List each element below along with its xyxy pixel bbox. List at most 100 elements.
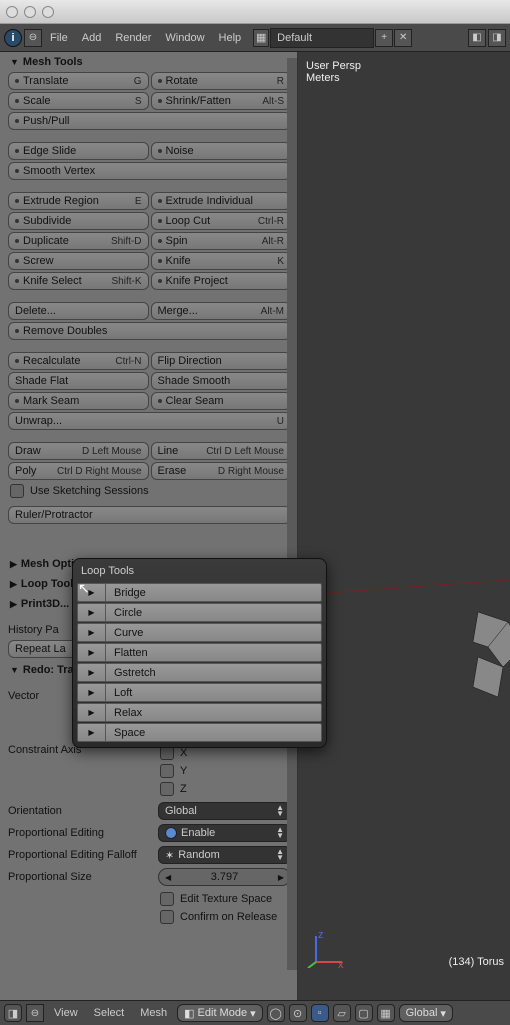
menu-window[interactable]: Window (159, 28, 210, 48)
zoom-icon[interactable] (42, 6, 54, 18)
sel-edge-icon[interactable]: ▱ (333, 1004, 351, 1022)
flip-direction-button[interactable]: Flip Direction (151, 352, 292, 370)
pivot-icon[interactable]: ⊙ (289, 1004, 307, 1022)
proportional-editing-dropdown[interactable]: Enable▲▼ (158, 824, 291, 842)
popup-item-loft[interactable]: ▶Loft (77, 683, 322, 702)
subdivide-button[interactable]: Subdivide (8, 212, 149, 230)
edit-texture-space-checkbox[interactable]: Edit Texture Space (158, 890, 291, 908)
shade-smooth-button[interactable]: Shade Smooth (151, 372, 292, 390)
sel-vert-icon[interactable]: ▫ (311, 1004, 329, 1022)
menu-render[interactable]: Render (109, 28, 157, 48)
limit-sel-icon[interactable]: ▦ (377, 1004, 395, 1022)
orientation-label: Orientation (8, 805, 158, 817)
header-menu-select[interactable]: Select (88, 1003, 131, 1023)
editor-type-icon[interactable]: ◨ (4, 1004, 22, 1022)
disclosure-icon[interactable]: ▶ (78, 724, 106, 741)
window-titlebar (0, 0, 510, 24)
svg-text:x: x (338, 959, 344, 968)
constraint-z-checkbox[interactable]: Z (158, 780, 291, 798)
loop-cut-button[interactable]: Loop CutCtrl-R (151, 212, 292, 230)
popup-title: Loop Tools (73, 559, 326, 583)
popup-item-bridge[interactable]: ▶Bridge (77, 583, 322, 602)
scene-browse2-icon[interactable]: ◨ (488, 29, 506, 47)
draw-button[interactable]: DrawD Left Mouse (8, 442, 149, 460)
popup-item-flatten[interactable]: ▶Flatten (77, 643, 322, 662)
viewport-header-bar: ◨ ⊖ View Select Mesh ◧ Edit Mode ▾ ◯ ⊙ ▫… (0, 1000, 510, 1025)
menu-add[interactable]: Add (76, 28, 108, 48)
scroll-track[interactable] (287, 58, 297, 970)
knife-select-button[interactable]: Knife SelectShift-K (8, 272, 149, 290)
orientation-dropdown-header[interactable]: Global ▾ (399, 1004, 453, 1022)
header-menu-view[interactable]: View (48, 1003, 84, 1023)
mark-seam-button[interactable]: Mark Seam (8, 392, 149, 410)
recalculate-button[interactable]: RecalculateCtrl-N (8, 352, 149, 370)
confirm-on-release-checkbox[interactable]: Confirm on Release (158, 908, 291, 926)
layout-browse-icon[interactable]: ▦ (253, 29, 269, 47)
use-sketching-checkbox[interactable]: Use Sketching Sessions (8, 482, 291, 500)
erase-button[interactable]: EraseD Right Mouse (151, 462, 292, 480)
proportional-size-spinner[interactable]: ◀3.797▶ (158, 868, 291, 886)
popup-item-curve[interactable]: ▶Curve (77, 623, 322, 642)
orientation-dropdown[interactable]: Global▲▼ (158, 802, 291, 820)
proportional-falloff-dropdown[interactable]: ✶Random▲▼ (158, 846, 291, 864)
tool-panel: ▼Mesh Tools TranslateG RotateR ScaleS Sh… (0, 52, 298, 1000)
mode-dropdown[interactable]: ◧ Edit Mode ▾ (177, 1004, 262, 1022)
mesh-tools-header[interactable]: ▼Mesh Tools (8, 52, 291, 72)
viewport-3d[interactable]: User Persp Meters z x (134) Torus (298, 52, 510, 1000)
popup-item-gstretch[interactable]: ▶Gstretch (77, 663, 322, 682)
rotate-button[interactable]: RotateR (151, 72, 292, 90)
clear-seam-button[interactable]: Clear Seam (151, 392, 292, 410)
knife-button[interactable]: KnifeK (151, 252, 292, 270)
scene-browse-icon[interactable]: ◧ (468, 29, 486, 47)
noise-button[interactable]: Noise (151, 142, 292, 160)
layout-name-field[interactable]: Default (270, 28, 374, 48)
disclosure-icon[interactable]: ▶ (78, 704, 106, 721)
spin-button[interactable]: SpinAlt-R (151, 232, 292, 250)
smooth-vertex-button[interactable]: Smooth Vertex (8, 162, 291, 180)
header-menu-mesh[interactable]: Mesh (134, 1003, 173, 1023)
disclosure-icon[interactable]: ▶ (78, 664, 106, 681)
viewport-mesh (298, 52, 510, 1000)
popup-item-relax[interactable]: ▶Relax (77, 703, 322, 722)
minimize-icon[interactable] (24, 6, 36, 18)
constraint-y-checkbox[interactable]: Y (158, 762, 291, 780)
screw-button[interactable]: Screw (8, 252, 149, 270)
unwrap-button[interactable]: Unwrap...U (8, 412, 291, 430)
knife-project-button[interactable]: Knife Project (151, 272, 292, 290)
disclosure-icon[interactable]: ▶ (78, 644, 106, 661)
disclosure-icon[interactable]: ▶ (78, 624, 106, 641)
close-icon[interactable] (6, 6, 18, 18)
viewport-status-label: (134) Torus (449, 956, 504, 968)
extrude-region-button[interactable]: Extrude RegionE (8, 192, 149, 210)
line-button[interactable]: LineCtrl D Left Mouse (151, 442, 292, 460)
disclosure-icon[interactable]: ▶ (78, 684, 106, 701)
scale-button[interactable]: ScaleS (8, 92, 149, 110)
axis-gizmo: z x (306, 928, 346, 968)
shading-icon[interactable]: ◯ (267, 1004, 285, 1022)
edge-slide-button[interactable]: Edge Slide (8, 142, 149, 160)
sel-face-icon[interactable]: ▢ (355, 1004, 373, 1022)
translate-button[interactable]: TranslateG (8, 72, 149, 90)
menu-file[interactable]: File (44, 28, 74, 48)
popup-item-space[interactable]: ▶Space (77, 723, 322, 742)
layout-remove-icon[interactable]: ✕ (394, 29, 412, 47)
popup-item-circle[interactable]: ▶Circle (77, 603, 322, 622)
ruler-protractor-button[interactable]: Ruler/Protractor (8, 506, 291, 524)
merge-button[interactable]: Merge...Alt-M (151, 302, 292, 320)
delete-button[interactable]: Delete... (8, 302, 149, 320)
remove-doubles-button[interactable]: Remove Doubles (8, 322, 291, 340)
duplicate-button[interactable]: DuplicateShift-D (8, 232, 149, 250)
poly-button[interactable]: PolyCtrl D Right Mouse (8, 462, 149, 480)
random-icon: ✶ (165, 849, 174, 862)
info-icon[interactable]: i (4, 29, 22, 47)
extrude-individual-button[interactable]: Extrude Individual (151, 192, 292, 210)
shrink-fatten-button[interactable]: Shrink/FattenAlt-S (151, 92, 292, 110)
shade-flat-button[interactable]: Shade Flat (8, 372, 149, 390)
header-collapse-icon[interactable]: ⊖ (26, 1004, 44, 1022)
disclosure-icon[interactable]: ▶ (78, 604, 106, 621)
svg-text:z: z (318, 929, 324, 941)
layout-add-icon[interactable]: + (375, 29, 393, 47)
menu-help[interactable]: Help (213, 28, 248, 48)
push-pull-button[interactable]: Push/Pull (8, 112, 291, 130)
collapse-icon[interactable]: ⊖ (24, 29, 42, 47)
